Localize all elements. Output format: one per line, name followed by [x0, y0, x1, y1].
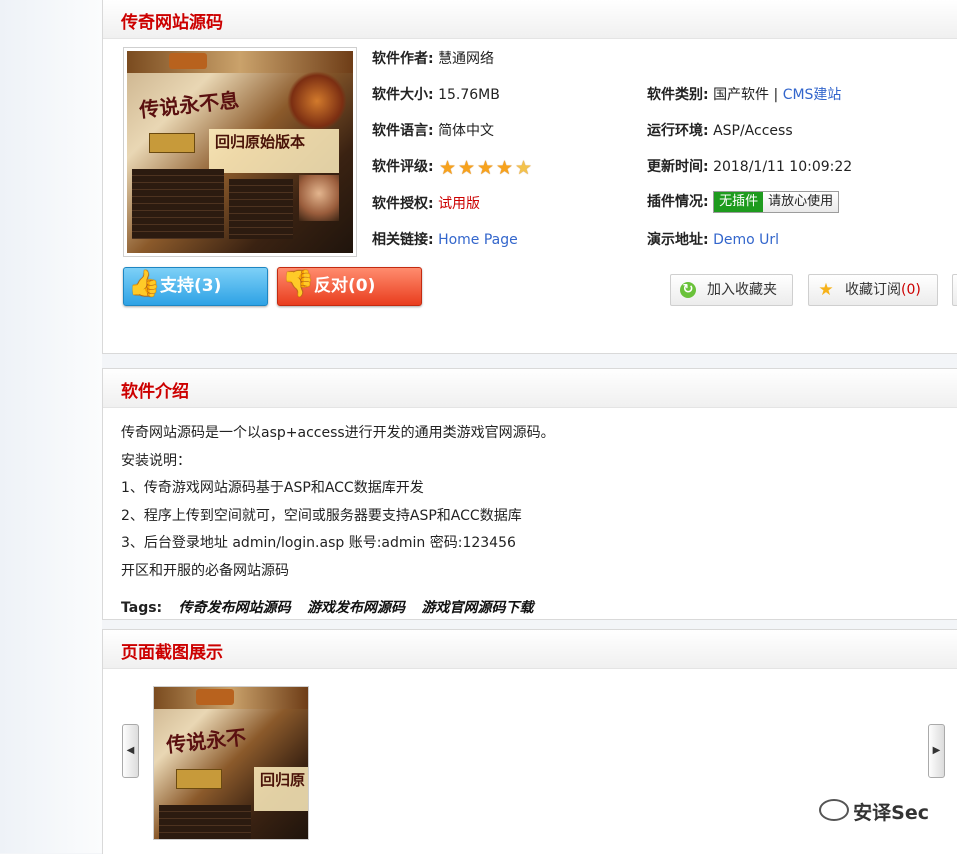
screenshot-image: 传说永不 回归原 — [154, 687, 308, 839]
tag-link[interactable]: 游戏发布网源码 — [307, 600, 405, 616]
prev-arrow-button[interactable]: ◀ — [122, 724, 139, 778]
intro-line: 1、传奇游戏网站源码基于ASP和ACC数据库开发 — [121, 480, 424, 496]
star-icon: ★ — [496, 157, 514, 179]
panel-header: 传奇网站源码 — [103, 0, 957, 39]
star-icon: ★ — [818, 280, 834, 300]
support-button[interactable]: 👍 支持(3) — [123, 267, 268, 306]
environment-label: 运行环境: — [647, 123, 709, 139]
plugin-label: 插件情况: — [647, 194, 709, 210]
chevron-left-icon: ◀ — [126, 745, 135, 756]
add-favorite-label: 加入收藏夹 — [707, 282, 777, 298]
safe-use-badge: 请放心使用 — [763, 192, 839, 212]
author-row: 软件作者: 慧通网络 — [372, 48, 494, 68]
oppose-button[interactable]: 👎 反对(0) — [277, 267, 422, 306]
tags-label: Tags: — [121, 600, 163, 616]
screenshots-title: 页面截图展示 — [121, 643, 223, 663]
update-value: 2018/1/11 10:09:22 — [713, 159, 853, 175]
intro-line: 开区和开服的必备网站源码 — [121, 563, 289, 579]
tag-link[interactable]: 游戏官网源码下载 — [422, 600, 534, 616]
intro-line: 传奇网站源码是一个以asp+access进行开发的通用类游戏官网源码。 — [121, 425, 555, 441]
subscribe-count: (0) — [901, 282, 921, 298]
size-row: 软件大小: 15.76MB — [372, 84, 500, 104]
more-button[interactable] — [952, 274, 957, 306]
gallery-thumbnail[interactable]: 传说永不 回归原 — [153, 686, 309, 840]
half-star-icon: ★ — [515, 157, 533, 179]
demo-url-link[interactable]: Demo Url — [713, 232, 779, 248]
page-title: 传奇网站源码 — [121, 13, 223, 33]
watermark: 安译Sec — [819, 798, 929, 825]
subscribe-button[interactable]: ★ 收藏订阅(0) — [808, 274, 938, 306]
demo-row: 演示地址: Demo Url — [647, 229, 779, 249]
category-link[interactable]: CMS建站 — [783, 87, 842, 103]
size-label: 软件大小: — [372, 87, 434, 103]
screenshot-image: 传说永不息 回归原始版本 — [127, 51, 353, 253]
wechat-icon — [819, 799, 850, 821]
update-row: 更新时间: 2018/1/11 10:09:22 — [647, 156, 852, 176]
watermark-text: 安译Sec — [853, 802, 929, 824]
refresh-icon: ↻ — [680, 282, 696, 298]
star-icon: ★ — [458, 157, 476, 179]
rating-stars: ★ ★ ★ ★ ★ — [438, 159, 533, 178]
home-page-link[interactable]: Home Page — [438, 232, 518, 248]
tags-row: Tags: 传奇发布网站源码 游戏发布网源码 游戏官网源码下载 — [121, 597, 546, 617]
language-value: 简体中文 — [438, 123, 495, 139]
category-separator: | — [773, 87, 779, 103]
support-label: 支持(3) — [160, 276, 222, 296]
links-row: 相关链接: Home Page — [372, 229, 518, 249]
rating-label: 软件评级: — [372, 159, 434, 175]
intro-line: 安装说明： — [121, 453, 191, 469]
software-intro-panel: 软件介绍 传奇网站源码是一个以asp+access进行开发的通用类游戏官网源码。… — [102, 368, 957, 620]
intro-line: 2、程序上传到空间就可，空间或服务器要支持ASP和ACC数据库 — [121, 508, 522, 524]
next-arrow-button[interactable]: ▶ — [928, 724, 945, 778]
demo-label: 演示地址: — [647, 232, 709, 248]
update-label: 更新时间: — [647, 159, 709, 175]
star-icon: ★ — [439, 157, 457, 179]
thumbs-up-icon: 👍 — [128, 269, 161, 299]
software-screenshot-thumbnail[interactable]: 传说永不息 回归原始版本 — [123, 47, 357, 257]
plugin-badge: 无插件 请放心使用 — [713, 191, 840, 213]
size-value: 15.76MB — [438, 87, 500, 103]
environment-row: 运行环境: ASP/Access — [647, 120, 793, 140]
left-background — [0, 0, 102, 853]
author-label: 软件作者: — [372, 51, 434, 67]
language-label: 软件语言: — [372, 123, 434, 139]
category-label: 软件类别: — [647, 87, 709, 103]
add-favorite-button[interactable]: ↻ 加入收藏夹 — [670, 274, 793, 306]
star-icon: ★ — [477, 157, 495, 179]
category-value: 国产软件 — [713, 87, 770, 103]
links-label: 相关链接: — [372, 232, 434, 248]
oppose-label: 反对(0) — [314, 276, 376, 296]
license-row: 软件授权: 试用版 — [372, 193, 480, 213]
plugin-row: 插件情况: 无插件 请放心使用 — [647, 191, 840, 213]
tag-link[interactable]: 传奇发布网站源码 — [179, 600, 291, 616]
panel-header: 软件介绍 — [103, 369, 957, 408]
license-value: 试用版 — [438, 196, 481, 212]
author-value: 慧通网络 — [438, 51, 495, 67]
intro-title: 软件介绍 — [121, 382, 189, 402]
thumbs-down-icon: 👎 — [282, 269, 315, 299]
category-row: 软件类别: 国产软件 | CMS建站 — [647, 84, 841, 104]
license-label: 软件授权: — [372, 196, 434, 212]
software-info-panel: 传奇网站源码 传说永不息 回归原始版本 软件作者: 慧通网络 软件大小: 15.… — [102, 0, 957, 354]
language-row: 软件语言: 简体中文 — [372, 120, 494, 140]
no-plugin-badge: 无插件 — [714, 192, 764, 212]
environment-value: ASP/Access — [713, 123, 793, 139]
chevron-right-icon: ▶ — [932, 745, 941, 756]
rating-row: 软件评级: ★ ★ ★ ★ ★ — [372, 156, 533, 178]
intro-line: 3、后台登录地址 admin/login.asp 账号:admin 密码:123… — [121, 535, 516, 551]
subscribe-label: 收藏订阅(0) — [845, 282, 921, 298]
panel-header: 页面截图展示 — [103, 630, 957, 669]
